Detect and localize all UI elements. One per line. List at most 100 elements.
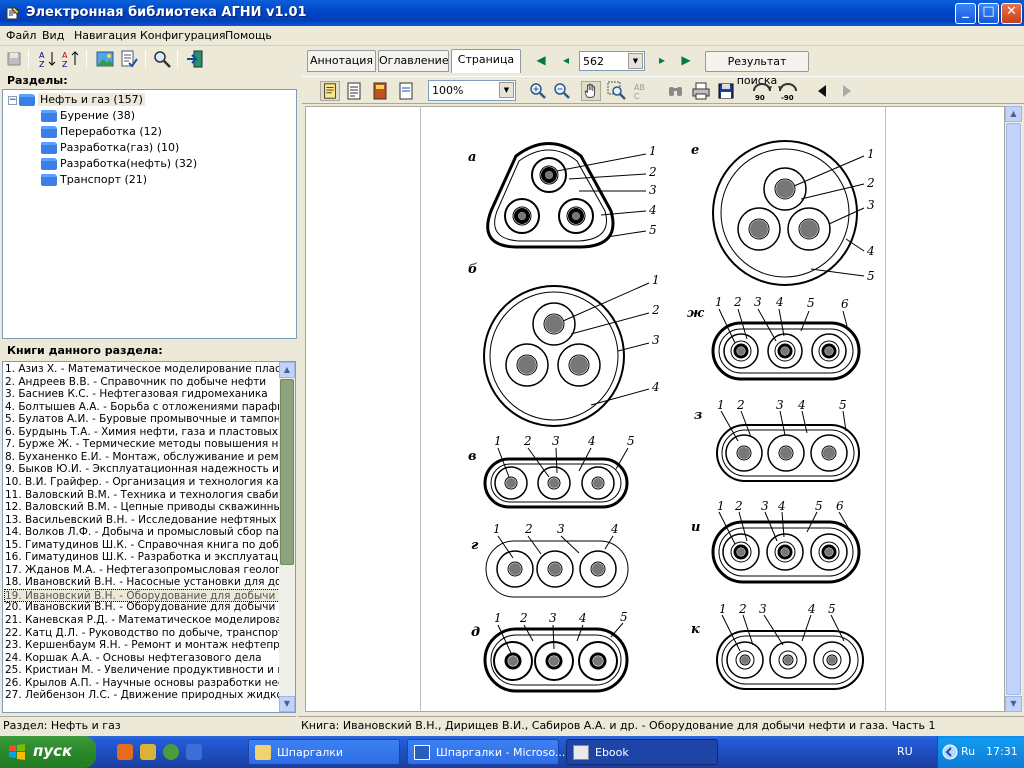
forward-icon[interactable] <box>837 81 857 101</box>
rotate-left-icon[interactable]: -90 <box>776 81 800 101</box>
text-select-icon[interactable]: ABC <box>632 81 652 101</box>
start-button[interactable]: пуск <box>0 736 96 768</box>
book-list-item[interactable]: 22. Катц Д.Л. - Руководство по добыче, т… <box>5 627 280 640</box>
book-list-item[interactable]: 16. Гиматудинов Ш.К. - Разработка и эксп… <box>5 551 280 564</box>
book-list-item[interactable]: 15. Гиматудинов Ш.К. - Справочная книга … <box>5 539 280 552</box>
book-list-item[interactable]: 23. Кершенбаум Я.Н. - Ремонт и монтаж не… <box>5 639 280 652</box>
notes-icon[interactable] <box>396 81 416 101</box>
scroll-down-icon[interactable]: ▼ <box>1005 696 1022 712</box>
close-button[interactable]: ✕ <box>1001 3 1022 24</box>
hand-tool-icon[interactable] <box>581 81 601 101</box>
next-page-icon[interactable]: ▸ <box>654 53 670 67</box>
book-list-item[interactable]: 21. Каневская Р.Д. - Математическое моде… <box>5 614 280 627</box>
book-list-item[interactable]: 4. Болтышев А.А. - Борьба с отложениями … <box>5 401 280 414</box>
title-bar[interactable]: Электронная библиотека АГНИ v1.01 _ □ ✕ <box>0 0 1024 26</box>
book-icon[interactable] <box>370 81 390 101</box>
print-icon[interactable] <box>691 81 711 101</box>
book-list-item[interactable]: 11. Валовский В.М. - Техника и технологи… <box>5 489 280 502</box>
book-list-item[interactable]: 17. Жданов М.А. - Нефтегазопромысловая г… <box>5 564 280 577</box>
book-list-item[interactable]: 20. Ивановский В.Н. - Оборудование для д… <box>5 601 280 614</box>
tab-contents[interactable]: Оглавление <box>378 50 449 72</box>
panel-splitter[interactable] <box>298 46 302 716</box>
book-list-item[interactable]: 27. Лейбензон Л.С. - Движение природных … <box>5 689 280 702</box>
callout: 1 <box>717 499 725 513</box>
collapse-icon[interactable]: − <box>8 95 17 105</box>
book-list-item[interactable]: 5. Булатов А.И. - Буровые промывочные и … <box>5 413 280 426</box>
document-view[interactable]: а б в г д е ж з и к 1 2 3 4 5 1 2 3 4 1 … <box>305 106 1005 712</box>
minimize-button[interactable]: _ <box>955 3 976 24</box>
book-list-item[interactable]: 8. Буханенко Е.И. - Монтаж, обслуживание… <box>5 451 280 464</box>
book-list-item[interactable]: 2. Андреев В.В. - Справочник по добыче н… <box>5 376 280 389</box>
prev-page-icon[interactable]: ◂ <box>558 53 574 67</box>
tab-page[interactable]: Страница <box>451 49 521 73</box>
zoom-select[interactable]: 100% ▼ <box>428 80 516 101</box>
player-icon[interactable] <box>163 744 179 760</box>
book-list-item[interactable]: 14. Волков Л.Ф. - Добыча и промысловый с… <box>5 526 280 539</box>
book-list-item[interactable]: 25. Кристиан М. - Увеличение продуктивно… <box>5 664 280 677</box>
text-page-icon[interactable] <box>344 81 364 101</box>
sort-az-icon[interactable]: AZ <box>38 49 58 69</box>
chevron-down-icon[interactable]: ▼ <box>628 53 643 69</box>
chevron-down-icon[interactable]: ▼ <box>499 82 514 98</box>
book-list-scrollbar[interactable]: ▲ ▼ <box>279 362 295 712</box>
tree-item-refining[interactable]: Переработка (12) <box>41 125 162 141</box>
page-view-icon[interactable] <box>320 81 340 101</box>
rotate-right-icon[interactable]: 90 <box>750 81 774 101</box>
book-list-item[interactable]: 9. Быков Ю.И. - Эксплуатационная надежно… <box>5 463 280 476</box>
find-icon[interactable] <box>666 81 686 101</box>
last-page-icon[interactable]: ▶ <box>678 53 694 67</box>
book-list-item[interactable]: 13. Васильевский В.Н. - Исследование неф… <box>5 514 280 527</box>
ie-icon[interactable] <box>186 744 202 760</box>
scroll-down-icon[interactable]: ▼ <box>279 696 295 712</box>
save-page-icon[interactable] <box>716 81 736 101</box>
tray-arrow-icon[interactable] <box>942 744 958 760</box>
tab-annotation[interactable]: Аннотация <box>307 50 376 72</box>
image-view-icon[interactable] <box>95 49 115 69</box>
page-number-select[interactable]: 562 ▼ <box>579 51 645 71</box>
document-scrollbar[interactable]: ▲ ▼ <box>1005 106 1022 712</box>
media-icon[interactable] <box>140 744 156 760</box>
tree-item-oil-dev[interactable]: Разработка(нефть) (32) <box>41 157 197 173</box>
menu-file[interactable]: Файл <box>6 29 36 42</box>
task-folder[interactable]: Шпаргалки <box>248 739 400 765</box>
search-result-button[interactable]: Результат поиска <box>705 51 809 87</box>
maximize-button[interactable]: □ <box>978 3 999 24</box>
scroll-thumb[interactable] <box>280 379 294 565</box>
scroll-up-icon[interactable]: ▲ <box>279 362 295 378</box>
book-list-item[interactable]: 18. Ивановский В.Н. - Насосные установки… <box>5 576 280 589</box>
zoom-select-icon[interactable] <box>607 81 627 101</box>
exit-icon[interactable] <box>185 49 205 69</box>
search-icon[interactable] <box>152 49 172 69</box>
back-icon[interactable] <box>812 81 832 101</box>
text-view-icon[interactable] <box>119 49 139 69</box>
tree-item-gas-dev[interactable]: Разработка(газ) (10) <box>41 141 179 157</box>
book-list-item[interactable]: 24. Коршак А.А. - Основы нефтегазового д… <box>5 652 280 665</box>
tree-item-drilling[interactable]: Бурение (38) <box>41 109 135 125</box>
tree-item-transport[interactable]: Транспорт (21) <box>41 173 147 189</box>
task-word[interactable]: Шпаргалки - Microso... <box>407 739 565 765</box>
book-list-item[interactable]: 7. Бурже Ж. - Термические методы повышен… <box>5 438 280 451</box>
scroll-up-icon[interactable]: ▲ <box>1005 106 1022 122</box>
book-list-item[interactable]: 10. В.И. Грайфер. - Организация и технол… <box>5 476 280 489</box>
menu-help[interactable]: Помощь <box>225 29 272 42</box>
save-icon[interactable] <box>4 49 24 69</box>
tray-language[interactable]: Ru <box>961 745 975 758</box>
first-page-icon[interactable]: ◀ <box>533 53 549 67</box>
scroll-thumb[interactable] <box>1006 123 1021 695</box>
sort-za-icon[interactable]: AZ <box>61 49 81 69</box>
book-list-item[interactable]: 1. Азиз Х. - Математическое моделировани… <box>5 363 280 376</box>
book-list-item[interactable]: 26. Крылов А.П. - Научные основы разрабо… <box>5 677 280 690</box>
tree-item-root[interactable]: − Нефть и газ (157) <box>8 93 145 109</box>
book-list-item[interactable]: 3. Басниев К.С. - Нефтегазовая гидромеха… <box>5 388 280 401</box>
book-list-item[interactable]: 6. Бурдынь Т.А. - Химия нефти, газа и пл… <box>5 426 280 439</box>
book-list-item[interactable]: 19. Ивановский В.Н. - Оборудование для д… <box>4 588 280 602</box>
zoom-out-icon[interactable] <box>552 81 572 101</box>
book-list-item[interactable]: 12. Валовский В.М. - Цепные приводы сква… <box>5 501 280 514</box>
zoom-in-icon[interactable] <box>528 81 548 101</box>
firefox-icon[interactable] <box>117 744 133 760</box>
language-indicator[interactable]: RU <box>897 745 913 758</box>
menu-config[interactable]: Конфигурация <box>140 29 226 42</box>
menu-navigation[interactable]: Навигация <box>74 29 136 42</box>
task-ebook[interactable]: Ebook <box>566 739 718 765</box>
menu-view[interactable]: Вид <box>42 29 64 42</box>
